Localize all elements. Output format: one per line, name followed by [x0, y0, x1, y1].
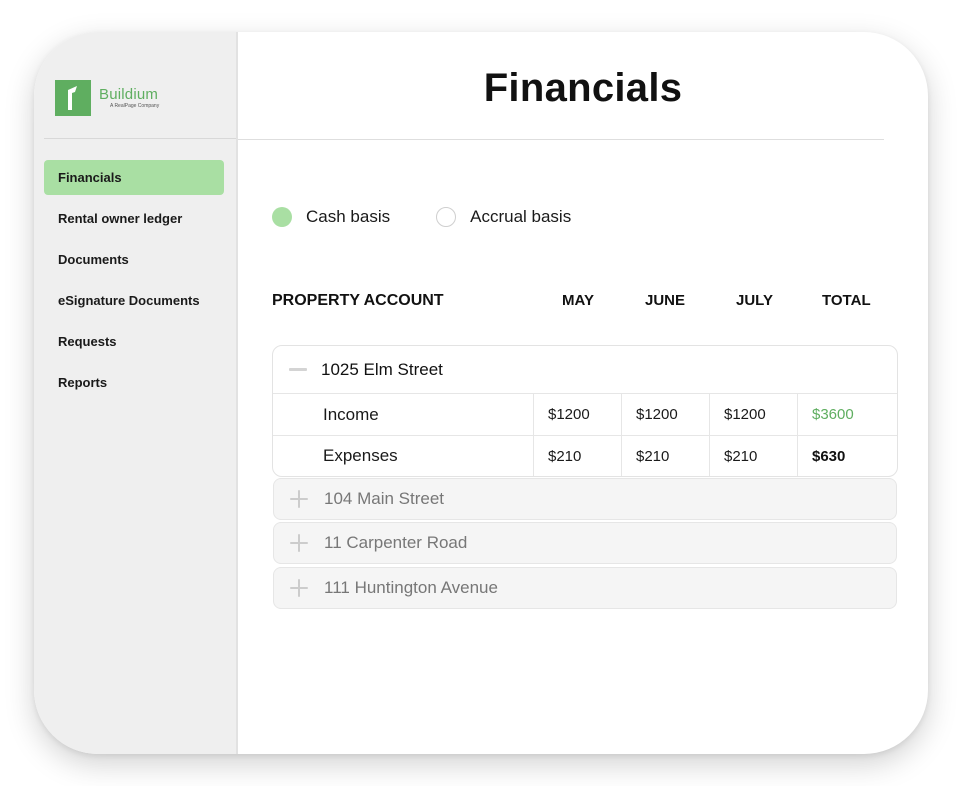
property-name: 11 Carpenter Road	[324, 533, 468, 552]
page-title: Financials	[483, 66, 683, 110]
brand-tagline: A RealPage Company	[110, 103, 160, 109]
sidebar-item-reports[interactable]: Reports	[44, 365, 224, 400]
property-name: 1025 Elm Street	[321, 359, 443, 379]
cell-july: $1200	[709, 394, 797, 435]
plus-icon[interactable]	[290, 534, 308, 552]
sidebar: Buildium A RealPage Company Financials R…	[34, 32, 238, 754]
minus-icon[interactable]	[289, 368, 307, 371]
table-header: PROPERTY ACCOUNT MAY JUNE JULY TOTAL	[272, 292, 898, 312]
main-content: Financials Cash basis Accrual basis PROP…	[238, 32, 928, 754]
divider	[44, 138, 236, 139]
plus-icon[interactable]	[290, 579, 308, 597]
column-header-may: MAY	[562, 292, 594, 309]
column-header-july: JULY	[736, 292, 773, 309]
radio-label: Accrual basis	[470, 207, 572, 226]
table-row: Income $1200 $1200 $1200 $3600	[273, 394, 897, 435]
property-name: 111 Huntington Avenue	[324, 578, 498, 597]
property-group-collapsed[interactable]: 104 Main Street	[273, 478, 897, 520]
radio-label: Cash basis	[306, 207, 391, 226]
divider	[238, 139, 884, 140]
buildium-logo-icon	[55, 80, 91, 116]
cell-july: $210	[709, 436, 797, 476]
property-group-header[interactable]: 1025 Elm Street	[273, 346, 897, 394]
plus-icon[interactable]	[290, 490, 308, 508]
property-group-collapsed[interactable]: 11 Carpenter Road	[273, 522, 897, 564]
accrual-basis-radio[interactable]: Accrual basis	[436, 207, 571, 227]
radio-unselected-icon[interactable]	[436, 207, 457, 227]
sidebar-item-requests[interactable]: Requests	[44, 324, 224, 359]
table-row: Expenses $210 $210 $210 $630	[273, 435, 897, 476]
cell-june: $1200	[621, 394, 709, 435]
app-window: Buildium A RealPage Company Financials R…	[34, 32, 928, 754]
cash-basis-radio[interactable]: Cash basis	[272, 207, 390, 227]
cell-may: $210	[533, 436, 621, 476]
cell-june: $210	[621, 436, 709, 476]
buildium-logo[interactable]: Buildium A RealPage Company	[55, 80, 159, 116]
cell-total: $630	[797, 436, 897, 476]
cell-total: $3600	[797, 394, 897, 435]
column-header-total: TOTAL	[822, 292, 871, 309]
property-name: 104 Main Street	[324, 489, 445, 508]
sidebar-nav: Financials Rental owner ledger Documents…	[44, 160, 224, 406]
sidebar-item-documents[interactable]: Documents	[44, 242, 224, 277]
basis-selector: Cash basis Accrual basis	[272, 207, 617, 227]
column-header-property-account: PROPERTY ACCOUNT	[272, 292, 444, 309]
cell-may: $1200	[533, 394, 621, 435]
sidebar-item-financials[interactable]: Financials	[44, 160, 224, 195]
radio-selected-icon[interactable]	[272, 207, 292, 227]
column-header-june: JUNE	[645, 292, 686, 309]
property-group-collapsed[interactable]: 111 Huntington Avenue	[273, 567, 897, 609]
sidebar-item-rental-owner-ledger[interactable]: Rental owner ledger	[44, 201, 224, 236]
brand-name: Buildium	[99, 86, 159, 103]
row-label: Income	[323, 404, 379, 424]
sidebar-item-esignature-documents[interactable]: eSignature Documents	[44, 283, 224, 318]
row-label: Expenses	[323, 446, 398, 465]
property-group-expanded: 1025 Elm Street Income $1200 $1200 $1200…	[272, 345, 898, 477]
